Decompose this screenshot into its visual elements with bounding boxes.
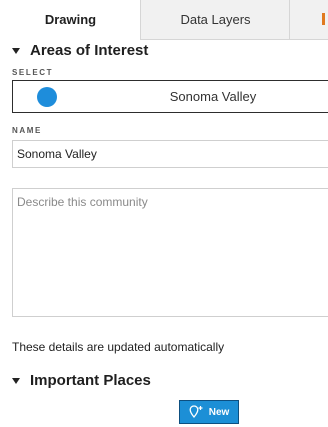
tab-marker xyxy=(322,13,325,25)
new-place-label: New xyxy=(208,406,230,418)
caret-down-icon xyxy=(12,48,20,54)
areas-of-interest-title: Areas of Interest xyxy=(30,42,149,59)
tab-drawing[interactable]: Drawing xyxy=(0,0,141,40)
select-label: SELECT xyxy=(12,68,54,77)
autosave-note: These details are updated automatically xyxy=(12,340,225,354)
area-select[interactable]: Sonoma Valley xyxy=(12,80,328,113)
name-label: NAME xyxy=(12,126,42,135)
caret-down-icon xyxy=(12,378,20,384)
areas-of-interest-header[interactable]: Areas of Interest xyxy=(12,42,148,59)
name-field[interactable]: Sonoma Valley xyxy=(12,140,328,168)
tab-overflow[interactable] xyxy=(289,0,328,40)
tab-bar: Drawing Data Layers xyxy=(0,0,328,40)
tab-data-layers[interactable]: Data Layers xyxy=(140,0,290,40)
important-places-header[interactable]: Important Places xyxy=(12,372,151,389)
new-place-button[interactable]: New xyxy=(179,400,239,424)
area-color-swatch xyxy=(37,87,57,107)
description-field[interactable]: Describe this community xyxy=(12,188,328,317)
important-places-title: Important Places xyxy=(30,372,151,389)
area-select-value: Sonoma Valley xyxy=(169,89,257,104)
map-pin-plus-icon xyxy=(189,405,203,419)
drawing-panel: Drawing Data Layers Areas of Interest SE… xyxy=(0,0,328,427)
